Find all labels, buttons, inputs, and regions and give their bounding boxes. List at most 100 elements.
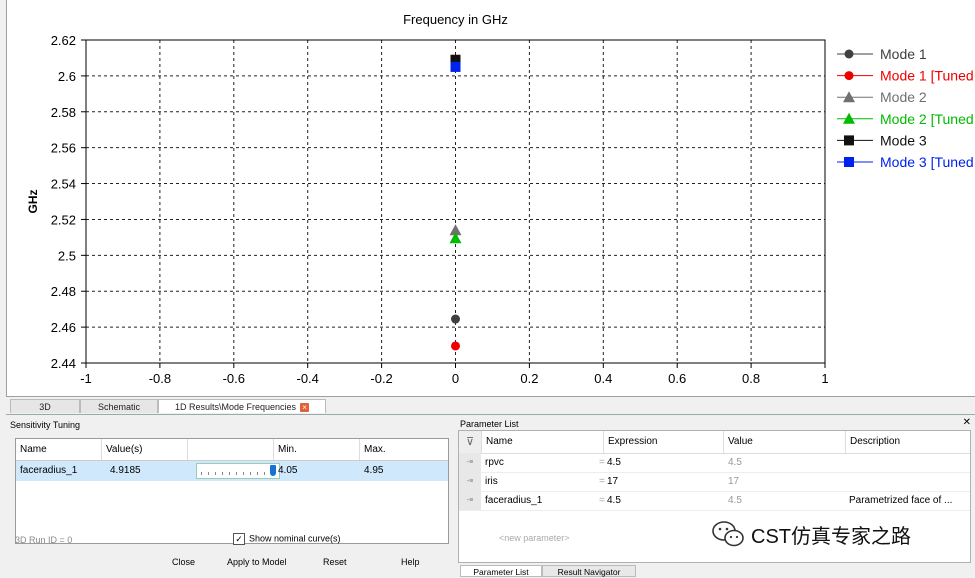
plot-area: Frequency in GHz GHz -1 -0.8 -0.6 -0.4 -0.2 0 0.… (6, 0, 975, 397)
param-row-icon: -≡ (459, 472, 481, 491)
legend-item: Mode 3 (837, 132, 927, 148)
param-name: faceradius_1 (485, 495, 543, 506)
x-tick-label: -1 (80, 371, 92, 386)
slider-ticks (201, 472, 273, 475)
parameter-list-title: Parameter List (460, 419, 519, 429)
filter-icon[interactable]: ⊽ (459, 431, 481, 453)
col-values[interactable]: Value(s) (102, 439, 188, 460)
param-description[interactable] (849, 472, 969, 491)
param-value: 4.5 (728, 495, 742, 506)
param-value: 4.5 (728, 457, 742, 468)
legend-marker (844, 49, 854, 59)
x-tick-label: -0.4 (296, 371, 318, 386)
tuning-slider[interactable] (196, 463, 280, 479)
tab-3d[interactable]: 3D (10, 399, 80, 413)
frequency-chart: Frequency in GHz GHz -1 -0.8 -0.6 -0.4 -0.2 0 0.… (26, 12, 974, 386)
param-row-icon: -≡ (459, 491, 481, 510)
x-tick-label: 0 (452, 371, 459, 386)
table-row[interactable]: -≡ rpvc = 4.5 4.5 (459, 453, 970, 473)
col-name[interactable]: Name (481, 431, 603, 453)
bottom-tab-bar: Parameter List Result Navigator (456, 565, 656, 577)
legend-label: Mode 3 (880, 132, 927, 148)
parameter-list-panel: Parameter List ✕ ⊽ Name Expression Value… (456, 416, 975, 577)
param-value: 17 (728, 476, 740, 487)
legend-item: Mode 1 [Tuned (837, 68, 974, 84)
param-description[interactable]: Parametrized face of ... (849, 491, 969, 510)
legend-item: Mode 2 [Tuned (837, 111, 974, 127)
param-name: rpvc (485, 457, 504, 468)
y-tick-label: 2.58 (51, 105, 76, 120)
y-tick-label: 2.52 (51, 212, 76, 227)
wechat-icon (712, 521, 744, 547)
param-description[interactable] (849, 453, 969, 472)
legend-label: Mode 3 [Tuned (880, 154, 974, 170)
y-tick-label: 2.54 (51, 177, 76, 192)
x-tick-label: -0.8 (149, 371, 171, 386)
close-icon[interactable]: ✕ (963, 417, 971, 428)
col-min[interactable]: Min. (274, 439, 360, 460)
tab-schematic-label: Schematic (97, 402, 141, 412)
show-nominal-checkbox[interactable]: ✓ Show nominal curve(s) (233, 533, 341, 545)
param-expression[interactable]: 4.5 (607, 491, 621, 510)
tab-parameter-list[interactable]: Parameter List (460, 565, 542, 577)
reset-button[interactable]: Reset (323, 557, 347, 567)
help-button[interactable]: Help (401, 557, 420, 567)
legend-label: Mode 1 [Tuned (880, 68, 974, 84)
view-tab-bar: 3D Schematic 1D Results\Mode Frequencies… (6, 399, 975, 415)
tab-schematic[interactable]: Schematic (80, 399, 158, 413)
table-row[interactable]: faceradius_1 4.9185 4.05 4.95 (16, 461, 448, 481)
data-point-6 (450, 61, 461, 72)
sensitivity-tuning-panel: Sensitivity Tuning Name Value(s) Min. Ma… (6, 416, 450, 575)
sensitivity-table-header: Name Value(s) Min. Max. (16, 439, 448, 461)
col-value[interactable]: Value (723, 431, 845, 453)
sensitivity-table: Name Value(s) Min. Max. faceradius_1 4.9… (15, 438, 449, 544)
col-expression[interactable]: Expression (603, 431, 723, 453)
parameter-table-header: ⊽ Name Expression Value Description (459, 431, 970, 454)
y-tick-label: 2.48 (51, 284, 76, 299)
table-row[interactable]: -≡ faceradius_1 = 4.5 4.5 Parametrized f… (459, 491, 970, 511)
table-row[interactable]: -≡ iris = 17 17 (459, 472, 970, 492)
watermark-text: CST仿真专家之路 (751, 525, 911, 548)
tab-3d-label: 3D (39, 402, 51, 412)
legend-label: Mode 1 (880, 46, 927, 62)
col-slider[interactable] (188, 439, 274, 460)
show-nominal-label: Show nominal curve(s) (249, 533, 341, 544)
x-tick-label: -0.6 (223, 371, 245, 386)
col-max[interactable]: Max. (360, 439, 448, 460)
param-name: iris (485, 476, 498, 487)
x-tick-label: 0.4 (594, 371, 612, 386)
param-max[interactable]: 4.95 (360, 461, 383, 481)
close-tab-icon[interactable]: × (300, 403, 310, 413)
param-row-icon: -≡ (459, 453, 481, 472)
legend-label: Mode 2 [Tuned (880, 111, 974, 127)
param-expression[interactable]: 17 (607, 472, 618, 491)
run-id-label: 3D Run ID = 0 (15, 535, 73, 545)
legend-marker (844, 135, 854, 146)
param-expression[interactable]: 4.5 (607, 453, 621, 472)
legend-marker (844, 157, 854, 167)
new-parameter-row[interactable]: <new parameter> (499, 533, 570, 543)
data-point-1 (451, 314, 460, 324)
param-min[interactable]: 4.05 (274, 461, 297, 481)
param-value[interactable]: 4.9185 (106, 461, 141, 481)
equals-sign: = (599, 476, 605, 487)
legend-item: Mode 3 [Tuned (837, 154, 974, 170)
y-tick-label: 2.5 (58, 248, 76, 263)
checkbox-check-icon[interactable]: ✓ (233, 533, 245, 545)
legend-item: Mode 1 (837, 46, 927, 62)
tab-mode-frequencies-label: 1D Results\Mode Frequencies (174, 402, 297, 412)
data-point-2 (451, 341, 460, 351)
apply-to-model-button[interactable]: Apply to Model (227, 557, 287, 567)
tab-mode-frequencies[interactable]: 1D Results\Mode Frequencies × (158, 399, 326, 413)
y-tick-label: 2.6 (58, 69, 76, 84)
chart-title: Frequency in GHz (403, 12, 508, 27)
x-tick-label: 0.6 (668, 371, 686, 386)
equals-sign: = (599, 457, 605, 468)
close-button[interactable]: Close (172, 557, 195, 567)
col-description[interactable]: Description (845, 431, 972, 453)
sensitivity-title: Sensitivity Tuning (10, 420, 81, 430)
tab-result-navigator[interactable]: Result Navigator (542, 565, 636, 577)
x-tick-label: 0.2 (520, 371, 538, 386)
col-name[interactable]: Name (16, 439, 102, 460)
y-tick-label: 2.44 (51, 356, 76, 371)
